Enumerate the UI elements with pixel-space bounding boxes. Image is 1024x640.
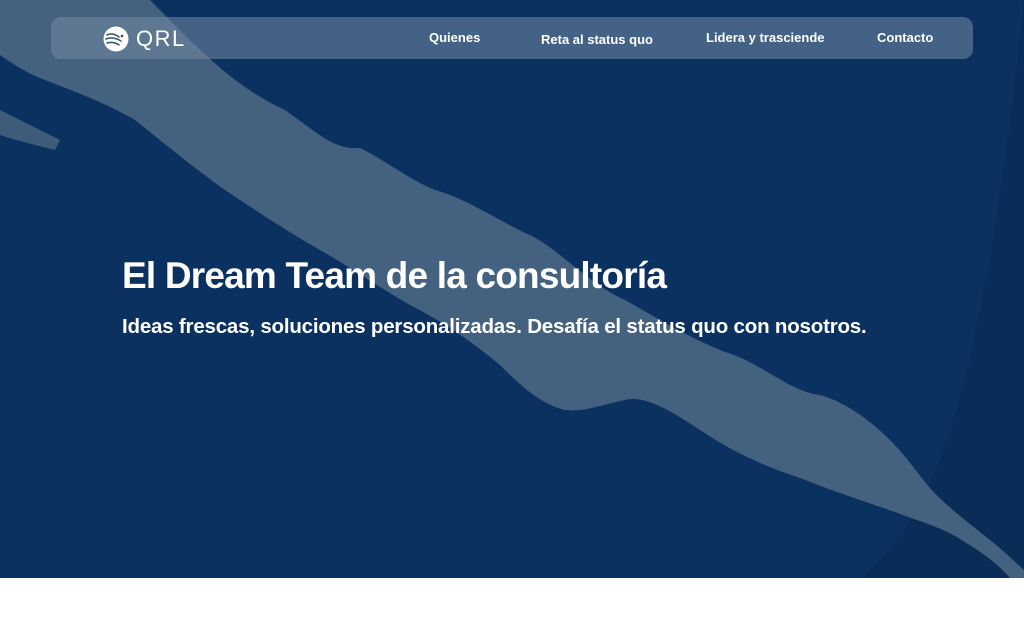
lion-head-icon (103, 26, 129, 52)
below-hero-area (0, 578, 1024, 640)
nav-link-lidera-trasciende[interactable]: Lidera y trasciende (706, 30, 825, 46)
nav-link-reta-status-quo[interactable]: Reta al status quo (541, 32, 653, 48)
nav-link-quienes[interactable]: Quienes (429, 30, 480, 46)
brand-name: QRL (136, 26, 186, 51)
nav-link-contacto[interactable]: Contacto (877, 30, 933, 46)
hero-section: QRL Quienes Reta al status quo Lidera y … (0, 0, 1024, 578)
top-navbar: QRL Quienes Reta al status quo Lidera y … (51, 17, 973, 59)
hero-title: El Dream Team de la consultoría (122, 255, 667, 296)
brand-logo[interactable]: QRL (101, 25, 186, 53)
hero-subtitle: Ideas frescas, soluciones personalizadas… (122, 315, 867, 338)
